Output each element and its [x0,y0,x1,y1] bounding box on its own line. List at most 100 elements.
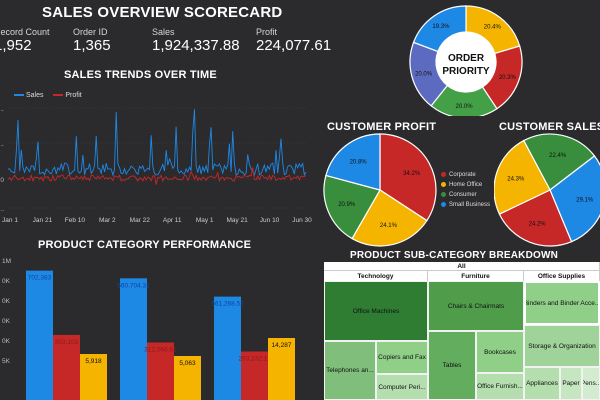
legend-item: Small Business [441,200,490,210]
treemap: All Technology Furniture Office Supplies… [324,262,600,400]
y-tick-label: 1M [2,258,11,265]
legend-label: Small Business [449,202,491,208]
treemap-header-furniture[interactable]: Furniture [428,271,524,281]
kpi-value: 1,924,337.88 [152,37,240,54]
treemap-cell-office-machines[interactable]: Office Machines [324,281,428,341]
legend-label: Consumer [449,192,477,198]
category-perf-title: PRODUCT CATEGORY PERFORMANCE [38,239,252,251]
order-priority-slice-label: 20.4% [484,25,502,31]
kpi-value: 1,952 [0,37,32,54]
customer-profit-slice-label: 20.8% [350,159,368,165]
treemap-header-office-supplies[interactable]: Office Supplies [524,271,600,281]
bar-value-label: 5,063 [179,360,196,367]
order-priority-title-2: PRIORITY [442,66,490,77]
bar-value-label: 353,103 [55,339,79,346]
treemap-cell-telephones[interactable]: Telephones an... [324,341,376,400]
legend-item: Corporate [441,170,490,180]
x-tick-label: Feb 10 [65,217,86,224]
legend-label-profit: Profit [65,92,82,99]
kpi-record-count: Record Count 1,952 [0,27,50,54]
legend-label: Home Office [449,182,483,188]
bar-value-label: 660,704.31 [117,282,150,289]
x-tick-label: Apr 11 [163,217,182,224]
y-tick-label: 5... [0,141,4,148]
customer-sales-slice-label: 29.1% [576,197,594,203]
customer-profit-slice-label: 34.2% [403,171,421,177]
bar-value-label: 702,383 [28,275,52,282]
y-tick-label: 0K [2,318,11,325]
order-priority-slice-label: 19.3% [432,24,450,30]
x-tick-label: Jan 1 [2,217,18,224]
sales-line [7,109,307,177]
customer-profit-slice-label: 20.9% [338,202,356,208]
kpi-profit: Profit 224,077.61 [256,27,331,54]
bar-value-label: 561,268.52 [211,301,244,308]
x-tick-label: Jun 30 [292,217,312,224]
x-tick-label: Mar 22 [130,217,151,224]
treemap-header-technology[interactable]: Technology [324,271,428,281]
treemap-cell-binders[interactable]: Binders and Binder Acce... [524,281,600,325]
bar-value-label: 5,918 [85,358,102,365]
treemap-cell-paper[interactable]: Paper [560,367,582,400]
y-tick-label: 0K [2,338,11,345]
order-priority-slice-label: 20.3% [499,75,517,81]
treemap-cell-pens[interactable]: Pens... [582,367,600,400]
trends-title: SALES TRENDS OVER TIME [64,69,217,81]
legend-item: Consumer [441,190,490,200]
order-priority-slice-label: 20.0% [456,104,474,110]
x-tick-label: May 1 [196,217,214,224]
y-tick-label: 1... [0,106,4,113]
trends-legend: Sales Profit [14,92,82,99]
bar-value-label: 263,132.11 [238,356,270,363]
legend-swatch [14,94,24,97]
kpi-label: Sales [152,27,175,37]
customer-sales-slice-label: 22.4% [549,153,567,159]
legend-swatch [53,94,64,97]
order-priority-chart: 20.4% 20.3% 20.0% 20.0% 19.3% ORDER PRIORITY [409,5,523,116]
category-bar[interactable] [120,278,147,400]
category-bar[interactable] [26,270,53,400]
customer-profit-legend: Corporate Home Office Consumer Small Bus… [441,170,490,210]
treemap-cell-copiers[interactable]: Copiers and Fax [376,341,428,374]
treemap-cell-tables[interactable]: Tables [428,331,476,400]
treemap-cell-appliances[interactable]: Appliances [524,367,560,400]
kpi-sales: Sales 1,924,337.88 [152,27,240,54]
customer-profit-pie: 34.2% 24.1% 20.9% 20.8% [323,133,437,247]
treemap-root[interactable]: All [324,262,600,271]
y-tick-label: -5... [0,206,4,213]
trends-chart: Jan 1 Jan 21 Feb 10 Mar 2 Mar 22 Apr 11 May 1 M… [0,106,312,224]
treemap-cell-office-furnish[interactable]: Office Furnish... [476,373,524,400]
customer-sales-slice-label: 24.3% [507,177,525,183]
subcat-title: PRODUCT SUB-CATEGORY BREAKDOWN [350,250,559,261]
legend-item: Home Office [441,180,490,190]
kpi-label: Profit [256,27,278,37]
order-priority-slice-label: 20.0% [415,72,433,78]
x-tick-label: May 21 [226,217,248,224]
order-priority-title-1: ORDER [448,53,485,64]
scorecard-title: SALES OVERVIEW SCORECARD [42,4,283,21]
x-tick-label: Mar 2 [99,217,116,224]
y-tick-label: 0 [0,177,4,184]
bar-value-label: 14,287 [272,342,292,349]
kpi-value: 1,365 [73,37,111,54]
kpi-value: 224,077.61 [256,37,332,54]
kpi-order-id: Order ID 1,365 [73,27,111,54]
x-tick-label: Jun 10 [260,217,280,224]
kpi-label: Order ID [73,27,108,37]
legend-label: Corporate [449,172,476,178]
y-tick-label: 0K [2,298,11,305]
kpi-label: Record Count [0,27,50,37]
treemap-cell-chairs[interactable]: Chairs & Chairmats [428,281,524,331]
bar-value-label: 312,066.61 [144,347,177,354]
treemap-cell-storage[interactable]: Storage & Organization [524,325,600,367]
treemap-cell-computer-peri[interactable]: Computer Peri... [376,374,428,400]
category-bar[interactable] [214,296,241,400]
customer-sales-pie: 22.4% 29.1% 24.2% 24.3% [494,133,600,247]
y-tick-label: 5K [2,358,11,365]
x-tick-label: Jan 21 [33,217,53,224]
customer-profit-slice-label: 24.1% [380,223,398,229]
category-perf-chart: 1M 0K 0K 0K 0K 5K 702,383 353,103 5,918 660,704.… [2,258,295,400]
customer-sales-slice-label: 24.2% [529,222,547,228]
treemap-cell-bookcases[interactable]: Bookcases [476,331,524,373]
legend-label-sales: Sales [25,92,44,99]
